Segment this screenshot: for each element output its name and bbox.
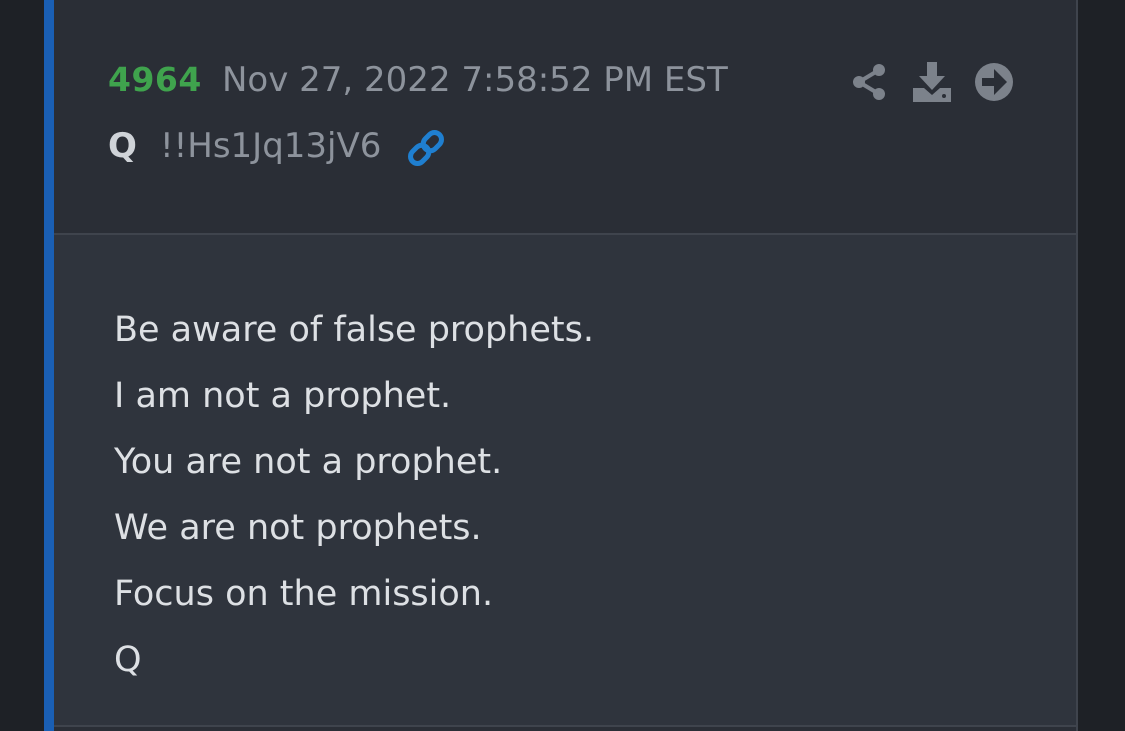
post-body: Be aware of false prophets. I am not a p…: [54, 235, 1076, 727]
download-icon[interactable]: [910, 60, 954, 104]
message-line: I am not a prophet.: [114, 376, 452, 416]
post-card: 4964 Nov 27, 2022 7:58:52 PM EST Q !!Hs1…: [44, 0, 1078, 731]
post-header: 4964 Nov 27, 2022 7:58:52 PM EST Q !!Hs1…: [54, 0, 1076, 235]
message-signature: Q: [114, 640, 142, 680]
post-date: Nov 27, 2022 7:58:52 PM EST: [222, 60, 728, 100]
message-line: Focus on the mission.: [114, 574, 494, 614]
share-icon[interactable]: [848, 60, 892, 104]
message-line: You are not a prophet.: [114, 442, 503, 482]
author-name: Q: [108, 126, 137, 166]
post-actions: [848, 60, 1018, 104]
link-icon[interactable]: [404, 126, 448, 170]
page: 4964 Nov 27, 2022 7:58:52 PM EST Q !!Hs1…: [0, 0, 1125, 731]
message-line: We are not prophets.: [114, 508, 482, 548]
message-line: Be aware of false prophets.: [114, 310, 594, 350]
post-number[interactable]: 4964: [108, 60, 202, 99]
arrow-circle-right-icon[interactable]: [972, 60, 1016, 104]
tripcode: !!Hs1Jq13jV6: [160, 126, 382, 166]
